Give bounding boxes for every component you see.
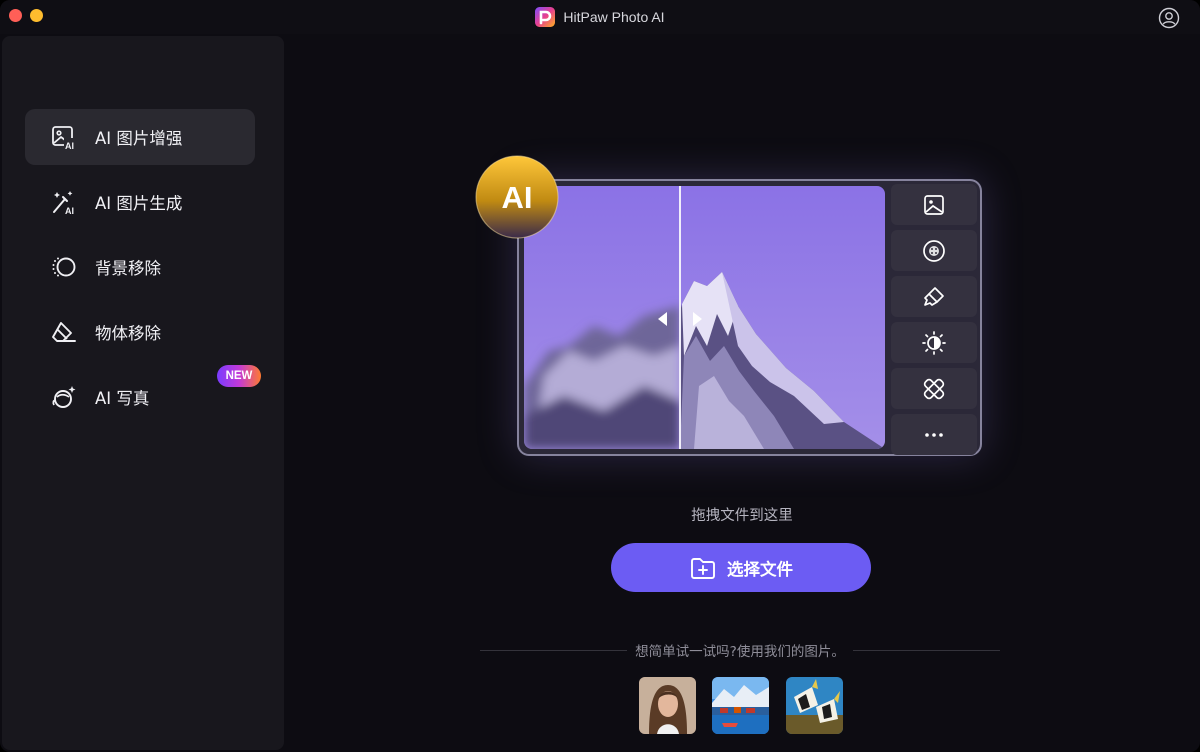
sample-fish[interactable] — [786, 677, 843, 734]
sidebar-item-bg-remove[interactable]: 背景移除 — [25, 239, 255, 295]
choose-file-label: 选择文件 — [727, 559, 793, 579]
tool-repair-button[interactable] — [891, 368, 977, 409]
before-after-preview — [524, 186, 885, 449]
sidebar-item-object-remove[interactable]: 物体移除 — [25, 304, 255, 360]
samples-divider: 想简单试一试吗?使用我们的图片。 — [480, 640, 1000, 660]
choose-file-button[interactable]: 选择文件 — [611, 543, 871, 592]
portrait-sparkle-icon — [52, 386, 76, 408]
ai-badge-icon: AI — [475, 155, 559, 239]
sample-portrait[interactable] — [639, 677, 696, 734]
sidebar-item-ai-enhance[interactable]: AI AI 图片增强 — [25, 109, 255, 165]
sidebar-item-label: AI 写真 — [95, 389, 150, 408]
app-title-text: HitPaw Photo AI — [563, 9, 665, 25]
new-badge: NEW — [217, 365, 261, 387]
title-bar: HitPaw Photo AI — [0, 0, 1200, 34]
background-remove-icon — [52, 257, 76, 277]
tool-panel — [891, 184, 977, 455]
sidebar-item-ai-generate[interactable]: AI AI 图片生成 — [25, 174, 255, 230]
more-icon — [925, 432, 943, 437]
tool-brush-button[interactable] — [891, 276, 977, 317]
tool-brightness-button[interactable] — [891, 322, 977, 363]
brightness-icon — [922, 330, 946, 355]
app-window: HitPaw Photo AI AI AI 图片增强 AI AI 图片生成 背景… — [0, 0, 1200, 752]
tool-image-button[interactable] — [891, 184, 977, 225]
ai-badge-text: AI — [502, 180, 533, 215]
denoise-icon — [923, 239, 945, 262]
folder-plus-icon — [691, 557, 715, 579]
brush-icon — [924, 286, 944, 306]
magic-wand-ai-icon: AI — [53, 191, 74, 216]
sidebar-item-label: 背景移除 — [95, 259, 161, 278]
eraser-icon — [52, 322, 76, 342]
account-icon[interactable] — [1158, 7, 1180, 29]
tool-more-button[interactable] — [891, 414, 977, 455]
svg-text:AI: AI — [65, 141, 74, 151]
image-ai-icon: AI — [52, 126, 77, 151]
sidebar-item-label: AI 图片增强 — [95, 129, 183, 148]
app-title: HitPaw Photo AI — [0, 6, 1200, 28]
sidebar-item-label: AI 图片生成 — [95, 194, 183, 213]
tool-denoise-button[interactable] — [891, 230, 977, 271]
drop-hint: 拖拽文件到这里 — [691, 508, 793, 524]
sidebar-item-label: 物体移除 — [95, 324, 161, 343]
sample-harbor[interactable] — [712, 677, 769, 734]
svg-text:AI: AI — [65, 206, 74, 216]
hitpaw-logo-icon — [535, 7, 556, 27]
try-samples-text: 想简单试一试吗?使用我们的图片。 — [627, 644, 853, 660]
image-icon — [924, 194, 944, 215]
bandage-icon — [923, 378, 945, 399]
